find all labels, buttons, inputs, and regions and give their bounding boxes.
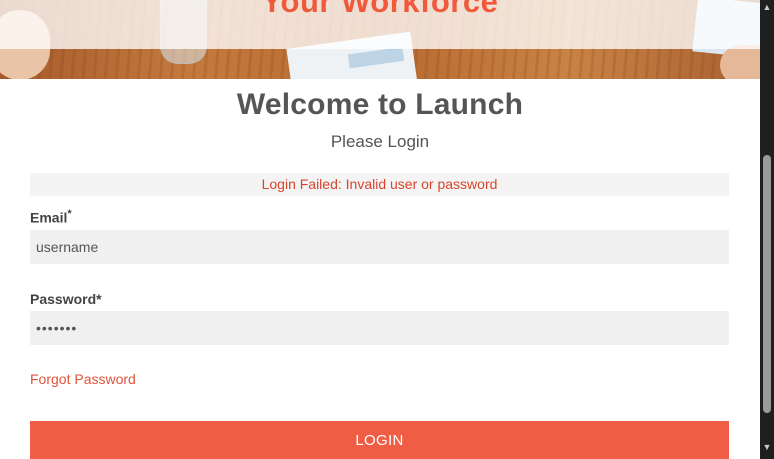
scroll-up-icon[interactable]: ▲ [760, 0, 774, 14]
hero-title: Your Workforce [261, 0, 499, 19]
page-subtitle: Please Login [330, 132, 430, 151]
password-field[interactable] [30, 311, 729, 345]
required-mark: * [67, 208, 72, 220]
hero-banner: Your Workforce [0, 0, 760, 79]
scrollbar-thumb[interactable] [763, 155, 771, 413]
page-title: Welcome to Launch [236, 88, 524, 121]
forgot-password-link[interactable]: Forgot Password [30, 371, 136, 387]
hero-hand-right [720, 45, 760, 79]
login-button[interactable]: LOGIN [30, 421, 729, 459]
email-label-text: Email [30, 209, 68, 226]
scroll-down-icon[interactable]: ▼ [760, 440, 774, 454]
email-field[interactable] [30, 230, 729, 264]
password-label: Password* [30, 291, 102, 307]
hero-document-stripe [347, 46, 405, 69]
email-label: Email* [30, 208, 72, 226]
error-banner: Login Failed: Invalid user or password [30, 173, 729, 196]
